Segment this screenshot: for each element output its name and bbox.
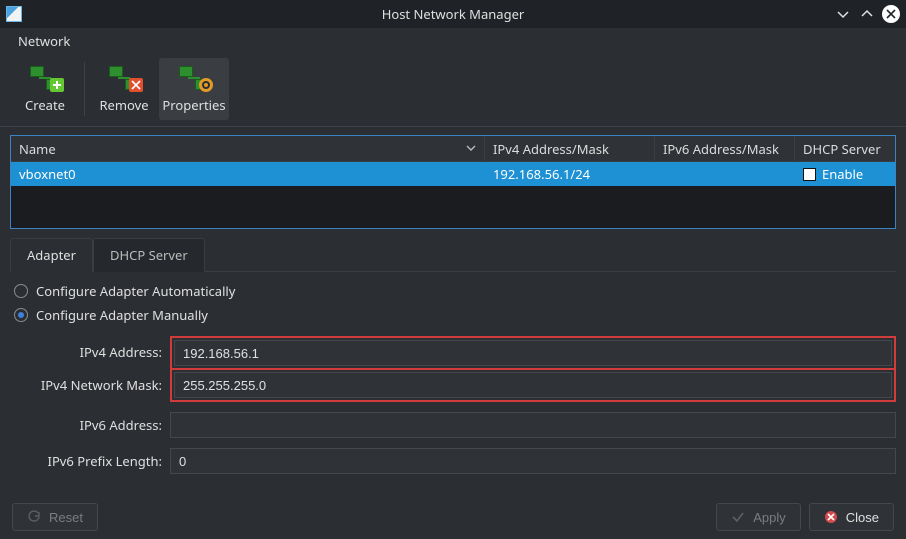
cell-ipv4: 192.168.56.1/24 [485,165,655,183]
create-button[interactable]: Create [10,58,80,120]
apply-button[interactable]: Apply [716,503,801,531]
reset-button[interactable]: Reset [12,503,98,531]
row-ipv6-address: IPv6 Address: [10,412,896,438]
col-header-ipv6[interactable]: IPv6 Address/Mask [655,136,795,161]
table-body: vboxnet0 192.168.56.1/24 Enable [11,162,895,228]
radio-auto-icon [14,284,28,298]
radio-manual-label: Configure Adapter Manually [36,306,208,324]
tab-dhcp-label: DHCP Server [110,246,188,264]
remove-button[interactable]: Remove [89,58,159,120]
maximize-icon[interactable] [858,5,876,23]
col-ipv4-label: IPv4 Address/Mask [493,140,609,158]
cell-dhcp: Enable [795,165,895,183]
ipv6-prefix-input[interactable] [170,448,896,474]
tabs: Adapter DHCP Server [10,237,896,272]
app-icon [6,6,22,22]
menu-network[interactable]: Network [12,28,76,54]
ipv6-address-label: IPv6 Address: [10,416,170,434]
window-controls [834,5,900,23]
table-header-row: Name IPv4 Address/Mask IPv6 Address/Mask… [11,136,895,162]
ipv4-mask-input[interactable] [174,372,892,398]
ipv6-address-input[interactable] [170,412,896,438]
dhcp-enable-label: Enable [822,165,863,183]
remove-icon [107,64,141,92]
cell-name: vboxnet0 [11,165,485,183]
row-ipv6-prefix: IPv6 Prefix Length: [10,448,896,474]
properties-icon [177,64,211,92]
apply-label: Apply [753,510,786,525]
network-table: Name IPv4 Address/Mask IPv6 Address/Mask… [10,135,896,229]
sort-indicator-icon [466,142,476,156]
col-ipv6-label: IPv6 Address/Mask [663,140,779,158]
reset-label: Reset [49,510,83,525]
dhcp-enable-checkbox[interactable] [803,168,816,181]
col-header-name[interactable]: Name [11,136,485,161]
row-ipv4-address: IPv4 Address: [10,336,896,368]
window-title: Host Network Manager [382,5,525,23]
reset-icon [27,510,41,524]
titlebar: Host Network Manager [0,0,906,28]
tab-adapter[interactable]: Adapter [10,238,93,272]
col-header-ipv4[interactable]: IPv4 Address/Mask [485,136,655,161]
radio-auto-label: Configure Adapter Automatically [36,282,235,300]
button-bar: Reset Apply Close [0,495,906,539]
ipv4-mask-label: IPv4 Network Mask: [10,376,170,394]
toolbar-separator [84,62,85,116]
toolbar: Create Remove Properties [0,54,906,127]
close-button[interactable]: Close [809,503,894,531]
ipv4-address-label: IPv4 Address: [10,343,170,361]
adapter-form: IPv4 Address: IPv4 Network Mask: IPv6 Ad… [10,336,896,474]
radio-manual[interactable]: Configure Adapter Manually [14,306,896,324]
close-x-icon [824,510,838,524]
col-header-dhcp[interactable]: DHCP Server [795,136,895,161]
table-row[interactable]: vboxnet0 192.168.56.1/24 Enable [11,162,895,186]
close-label: Close [846,510,879,525]
check-icon [731,510,745,524]
col-name-label: Name [19,140,56,158]
properties-button[interactable]: Properties [159,58,229,120]
properties-label: Properties [162,96,225,114]
adapter-panel: Configure Adapter Automatically Configur… [10,282,896,474]
remove-label: Remove [99,96,148,114]
ipv6-prefix-label: IPv6 Prefix Length: [10,452,170,470]
col-dhcp-label: DHCP Server [803,140,881,158]
tab-adapter-label: Adapter [27,246,76,264]
create-icon [28,64,62,92]
radio-manual-icon [14,308,28,322]
menubar: Network [0,28,906,54]
close-icon[interactable] [882,5,900,23]
ipv4-address-input[interactable] [174,340,892,366]
create-label: Create [25,96,65,114]
minimize-icon[interactable] [834,5,852,23]
tab-dhcp-server[interactable]: DHCP Server [93,238,205,272]
radio-auto[interactable]: Configure Adapter Automatically [14,282,896,300]
row-ipv4-mask: IPv4 Network Mask: [10,368,896,402]
